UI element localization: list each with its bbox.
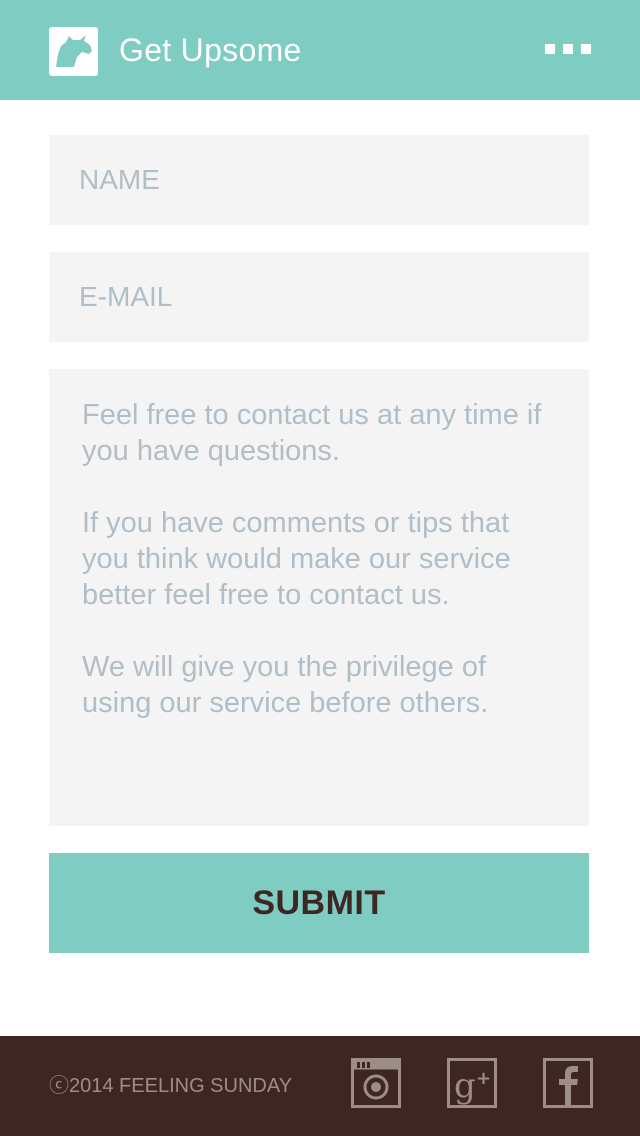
app-title: Get Upsome xyxy=(119,32,302,68)
menu-dot xyxy=(563,44,573,54)
more-dots-icon[interactable] xyxy=(545,44,591,56)
google-plus-icon[interactable]: g + xyxy=(447,1058,497,1108)
goat-head-icon[interactable] xyxy=(49,27,98,76)
svg-text:g: g xyxy=(454,1066,476,1106)
instagram-icon[interactable] xyxy=(351,1058,401,1108)
email-field[interactable] xyxy=(49,252,589,342)
svg-text:+: + xyxy=(476,1068,491,1089)
message-field[interactable] xyxy=(49,369,589,826)
app-footer: ⓒ2014 FEELING SUNDAY g + xyxy=(0,1036,640,1136)
facebook-icon[interactable] xyxy=(543,1058,593,1108)
submit-button[interactable]: SUBMIT xyxy=(49,853,589,953)
app-header: Get Upsome xyxy=(0,0,640,100)
name-field[interactable] xyxy=(49,135,589,225)
copyright-text: ⓒ2014 FEELING SUNDAY xyxy=(49,1075,293,1097)
menu-dot xyxy=(581,44,591,54)
menu-dot xyxy=(545,44,555,54)
